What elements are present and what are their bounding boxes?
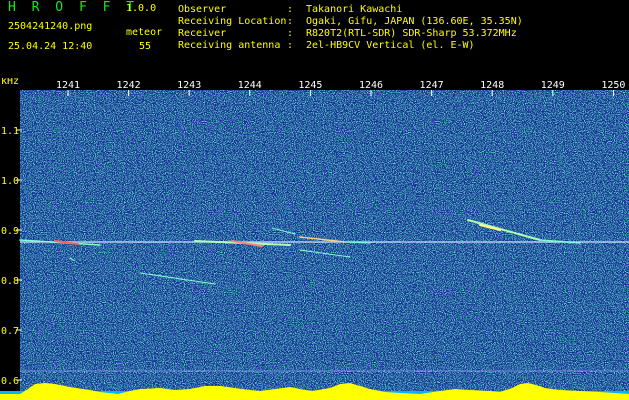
- app-title: H R O F F T: [8, 0, 139, 15]
- location-label: Receiving Location: [178, 16, 287, 27]
- frequency-tick-label: 0.9: [1, 226, 19, 237]
- time-tick-label: 1243: [177, 80, 201, 91]
- time-tick-label: 1247: [420, 80, 444, 91]
- time-tick-label: 1249: [541, 80, 565, 91]
- location-value: Ogaki, Gifu, JAPAN (136.60E, 35.35N): [306, 16, 523, 27]
- antenna-colon: :: [287, 40, 294, 51]
- frequency-tick-label: 0.7: [1, 326, 19, 337]
- time-tick-label: 1242: [117, 80, 141, 91]
- time-tick-label: 1250: [601, 80, 625, 91]
- file-name: 2504241240.png: [8, 21, 93, 32]
- time-tick-label: 1244: [238, 80, 262, 91]
- meteor-count: 55: [139, 41, 152, 52]
- frequency-tick-label: 0.6: [1, 376, 19, 387]
- header-panel: H R O F F T 1.0.0 2504241240.png meteor …: [0, 0, 629, 78]
- time-tick-label: 1248: [480, 80, 504, 91]
- frequency-tick-label: 0.8: [1, 276, 19, 287]
- y-unit-label: kHz: [1, 78, 19, 87]
- antenna-label: Receiving antenna: [178, 40, 281, 51]
- receiver-value: R820T2(RTL-SDR) SDR-Sharp 53.372MHz: [306, 28, 517, 39]
- antenna-value: 2el-HB9CV Vertical (el. E-W): [306, 40, 475, 51]
- observer-colon: :: [287, 4, 294, 15]
- observer-value: Takanori Kawachi: [306, 4, 403, 15]
- frequency-tick-label: 1.0: [1, 176, 19, 187]
- frequency-tick-label: 1.1: [1, 126, 19, 137]
- time-tick-label: 1246: [359, 80, 383, 91]
- detector-label: meteor: [126, 27, 163, 38]
- spectrogram-background: [20, 90, 629, 400]
- receiver-label: Receiver: [178, 28, 227, 39]
- time-tick-label: 1241: [56, 80, 80, 91]
- app-version: 1.0.0: [126, 3, 157, 14]
- frequency-axis: 1.1 1.0 0.9 0.8 0.7 0.6: [1, 126, 22, 387]
- observer-label: Observer: [178, 4, 227, 15]
- location-colon: :: [287, 16, 294, 27]
- spectrogram: 1241 1242 1243 1244 1245 1246 1247 1248 1249 1250…: [0, 78, 629, 400]
- receiver-colon: :: [287, 28, 294, 39]
- observation-datetime: 25.04.24 12:40: [8, 41, 93, 52]
- time-tick-label: 1245: [298, 80, 322, 91]
